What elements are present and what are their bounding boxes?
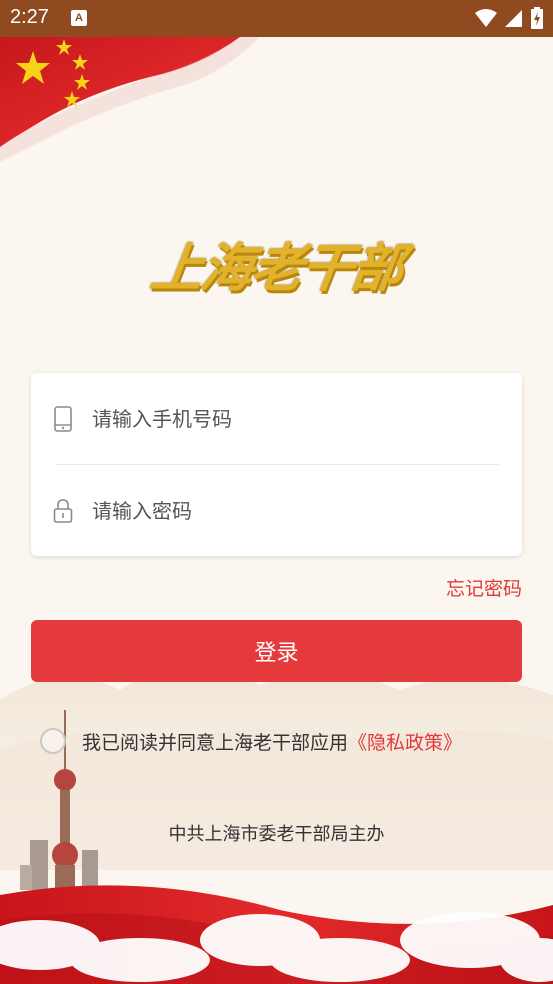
lock-icon	[53, 499, 73, 523]
password-input[interactable]	[90, 493, 494, 529]
privacy-policy-link[interactable]: 《隐私政策》	[348, 728, 462, 755]
footer-text: 中共上海市委老干部局主办	[168, 824, 385, 845]
notification-icon: A	[71, 10, 87, 26]
phone-field	[31, 373, 522, 465]
city-skyline-decoration	[0, 668, 553, 984]
agreement-row: 我已阅读并同意上海老干部应用 《隐私政策》	[40, 726, 462, 756]
password-field	[31, 465, 522, 557]
agreement-text: 我已阅读并同意上海老干部应用	[82, 731, 349, 754]
login-card	[31, 373, 522, 556]
phone-icon	[54, 406, 72, 432]
login-button[interactable]: 登录	[31, 620, 522, 682]
status-time: 2:27	[10, 6, 49, 28]
forgot-password-link[interactable]: 忘记密码	[446, 574, 522, 601]
signal-icon	[505, 10, 522, 27]
phone-input[interactable]	[90, 401, 494, 437]
status-bar: 2:27 A	[0, 0, 553, 37]
agreement-checkbox[interactable]	[40, 728, 66, 754]
system-icons	[475, 7, 543, 29]
wifi-icon	[475, 9, 497, 27]
footer: 中共上海市委老干部局主办	[0, 820, 553, 846]
logo-text: 上海老干部	[147, 237, 407, 299]
app-logo: 上海老干部	[147, 218, 407, 308]
flag-decoration	[0, 37, 260, 162]
battery-charging-icon	[531, 7, 543, 29]
